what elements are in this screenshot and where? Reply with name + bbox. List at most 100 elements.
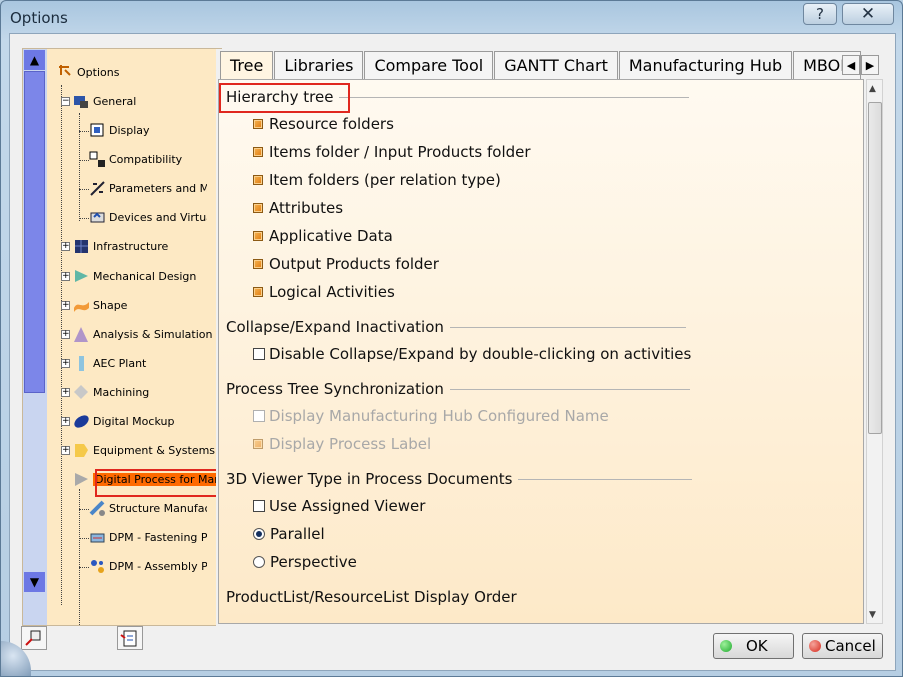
expand-icon[interactable]: +: [61, 330, 70, 339]
tree-item-aec-plant[interactable]: + AEC Plant: [61, 355, 146, 372]
tree-item-general[interactable]: − General: [61, 93, 136, 110]
orange-bullet-icon: [253, 203, 263, 213]
tree-item-fastening[interactable]: DPM - Fastening Process: [89, 529, 207, 546]
tab-scroll-right-icon[interactable]: ▶: [861, 55, 879, 75]
radio-selected-icon: [253, 528, 265, 540]
options-icon: [59, 65, 71, 76]
assembly-icon: [91, 560, 104, 573]
highlight-box-hierarchy: [219, 83, 350, 113]
tree-item-options[interactable]: Options: [57, 64, 119, 81]
scroll-up-icon[interactable]: ▲: [869, 84, 876, 94]
tree-item-machining[interactable]: + Machining: [61, 384, 149, 401]
export-settings-icon: [120, 630, 137, 647]
collapse-icon[interactable]: −: [61, 97, 70, 106]
expand-icon[interactable]: +: [61, 417, 70, 426]
shape-icon: [74, 302, 89, 312]
disable-collapse-checkbox[interactable]: Disable Collapse/Expand by double-clicki…: [253, 345, 691, 363]
structure-manufacturing-icon: [89, 500, 105, 516]
tree-scrollbar[interactable]: ▲ ▼: [23, 49, 47, 625]
tree-tool-left-button[interactable]: [21, 626, 47, 650]
tab-scroll-left-icon[interactable]: ◀: [842, 55, 860, 75]
machining-icon: [74, 385, 88, 399]
group-3d-viewer-type: 3D Viewer Type in Process Documents: [226, 470, 693, 488]
orange-bullet-icon: [253, 231, 263, 241]
cancel-dot-icon: [809, 640, 821, 652]
hierarchy-item[interactable]: Item folders (per relation type): [253, 171, 501, 189]
tree-item-equipment[interactable]: + Equipment & Systems: [61, 442, 215, 459]
tree-item-assembly[interactable]: DPM - Assembly Process: [89, 558, 207, 575]
tree-tool-right-button[interactable]: [117, 626, 143, 650]
mechanical-design-icon: [75, 270, 88, 282]
tree-item-mechanical-design[interactable]: + Mechanical Design: [61, 268, 196, 285]
display-process-label-checkbox[interactable]: Display Process Label: [253, 435, 431, 453]
checkbox-icon: [253, 348, 265, 360]
expand-icon[interactable]: +: [61, 272, 70, 281]
options-tree: ▲ ▼ Options − General Display Compatibil…: [22, 48, 222, 626]
digital-mockup-icon: [74, 415, 89, 428]
digital-process-icon: [75, 473, 88, 486]
scroll-down-icon[interactable]: ▼: [24, 572, 45, 592]
content-scroll-thumb[interactable]: [868, 102, 882, 434]
tree-item-compatibility[interactable]: Compatibility: [89, 151, 182, 168]
infrastructure-icon: [75, 240, 88, 253]
dialog-client: ▲ ▼ Options − General Display Compatibil…: [9, 33, 896, 671]
options-dialog: Options ? ✕ ▲ ▼ Options − General Displa…: [0, 0, 903, 677]
tab-gantt-chart[interactable]: GANTT Chart: [494, 51, 618, 79]
tab-manufacturing-hub[interactable]: Manufacturing Hub: [618, 51, 793, 79]
expand-icon[interactable]: +: [61, 446, 70, 455]
tree-item-structure-manufacturing[interactable]: Structure Manufacturing: [89, 500, 207, 517]
hierarchy-item[interactable]: Applicative Data: [253, 227, 393, 245]
general-icon: [74, 96, 88, 108]
orange-bullet-icon: [253, 119, 263, 129]
tree-item-infrastructure[interactable]: + Infrastructure: [61, 238, 168, 255]
tab-compare-tool[interactable]: Compare Tool: [364, 51, 494, 79]
hierarchy-item[interactable]: Attributes: [253, 199, 343, 217]
parallel-radio[interactable]: Parallel: [253, 525, 325, 543]
lock-tree-icon: [25, 630, 41, 646]
perspective-radio[interactable]: Perspective: [253, 553, 357, 571]
hierarchy-item[interactable]: Logical Activities: [253, 283, 395, 301]
use-assigned-viewer-checkbox[interactable]: Use Assigned Viewer: [253, 497, 425, 515]
tree-item-digital-mockup[interactable]: + Digital Mockup: [61, 413, 174, 430]
hierarchy-item[interactable]: Output Products folder: [253, 255, 439, 273]
window-title: Options: [10, 9, 68, 27]
expand-icon[interactable]: +: [61, 301, 70, 310]
orange-bullet-icon: [253, 287, 263, 297]
tree-scroll-thumb[interactable]: [24, 71, 45, 393]
tree-item-devices[interactable]: Devices and Virtual Reality: [89, 209, 207, 226]
tree-item-shape[interactable]: + Shape: [61, 297, 127, 314]
settings-panel: Tree Libraries Compare Tool GANTT Chart …: [216, 49, 888, 629]
ok-button[interactable]: OK: [713, 633, 794, 659]
orange-bullet-icon: [253, 259, 263, 269]
ok-dot-icon: [720, 640, 732, 652]
tree-tab-content: Hierarchy tree Resource folders Items fo…: [218, 79, 864, 624]
content-scrollbar[interactable]: ▲ ▼: [866, 79, 883, 624]
expand-icon[interactable]: +: [61, 359, 70, 368]
equipment-icon: [75, 444, 88, 457]
scroll-up-icon[interactable]: ▲: [24, 50, 45, 70]
orange-bullet-icon: [253, 147, 263, 157]
tree-item-display[interactable]: Display: [89, 122, 150, 139]
group-display-order: ProductList/ResourceList Display Order: [226, 588, 517, 606]
analysis-icon: [74, 327, 88, 342]
tab-libraries[interactable]: Libraries: [274, 51, 364, 79]
close-button[interactable]: ✕: [842, 3, 894, 25]
tree-item-analysis[interactable]: + Analysis & Simulation: [61, 326, 213, 343]
checkbox-icon: [253, 500, 265, 512]
tree-item-parameters[interactable]: Parameters and Measure: [89, 180, 207, 197]
tab-tree[interactable]: Tree: [220, 51, 274, 79]
expand-icon[interactable]: +: [61, 242, 70, 251]
hierarchy-item[interactable]: Items folder / Input Products folder: [253, 143, 531, 161]
orange-bullet-icon: [253, 439, 263, 449]
display-hub-name-checkbox[interactable]: Display Manufacturing Hub Configured Nam…: [253, 407, 609, 425]
orange-bullet-icon: [253, 175, 263, 185]
help-button[interactable]: ?: [803, 3, 837, 25]
scroll-down-icon[interactable]: ▼: [869, 610, 876, 620]
expand-icon[interactable]: +: [61, 388, 70, 397]
tab-bar: Tree Libraries Compare Tool GANTT Chart …: [220, 51, 862, 79]
highlight-box-tree: [95, 469, 221, 497]
cancel-button[interactable]: Cancel: [802, 633, 883, 659]
hierarchy-item[interactable]: Resource folders: [253, 115, 394, 133]
display-icon: [90, 123, 104, 137]
group-process-tree-sync: Process Tree Synchronization: [226, 380, 690, 398]
